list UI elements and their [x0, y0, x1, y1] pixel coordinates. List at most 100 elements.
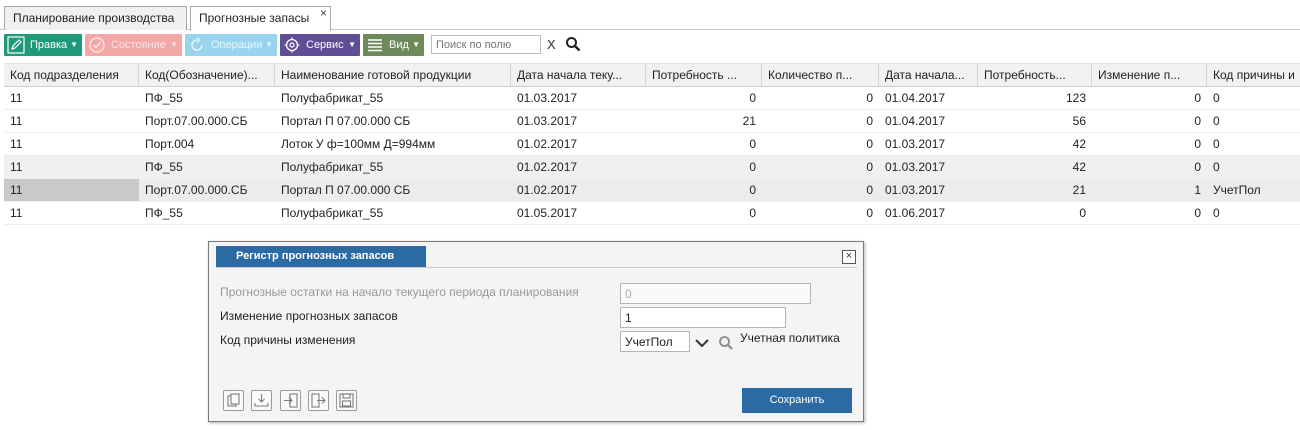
- column-header[interactable]: Код подразделения: [4, 64, 139, 87]
- table-cell: 0: [1194, 114, 1201, 128]
- table-row-selected[interactable]: 11 Порт.07.00.000.СБ Портал П 07.00.000 …: [4, 179, 1300, 202]
- table-cell: 0: [1213, 206, 1220, 220]
- table-cell: 0: [1194, 206, 1201, 220]
- import-button[interactable]: [251, 390, 272, 411]
- table-cell: 01.04.2017: [885, 114, 946, 128]
- service-button[interactable]: Сервис ▼: [280, 34, 360, 56]
- table-cell: 01.03.2017: [885, 160, 946, 174]
- login-button[interactable]: [280, 390, 301, 411]
- reason-description: Учетная политика: [740, 331, 840, 345]
- opening-balance-label: Прогнозные остатки на начало текущего пе…: [220, 285, 579, 299]
- edit-button[interactable]: Правка ▼: [4, 34, 82, 56]
- table-cell: 0: [1194, 160, 1201, 174]
- stock-change-field[interactable]: [620, 307, 786, 328]
- divider: [216, 267, 857, 268]
- chevron-down-icon: ▼: [348, 40, 356, 49]
- change-reason-select[interactable]: [620, 331, 690, 352]
- table-cell: 0: [866, 206, 873, 220]
- copy-button[interactable]: [223, 390, 244, 411]
- state-button[interactable]: Состояние ▼: [85, 34, 182, 56]
- table-cell: 0: [866, 183, 873, 197]
- table-cell: 0: [749, 137, 756, 151]
- table-cell: 01.02.2017: [517, 160, 578, 174]
- table-cell: 0: [1213, 160, 1220, 174]
- table-cell: Полуфабрикат_55: [281, 160, 384, 174]
- tab-forecast-stocks[interactable]: Прогнозные запасы ×: [190, 6, 331, 31]
- chevron-down-icon: ▼: [70, 40, 78, 49]
- table-cell: Лоток У ф=100мм Д=994мм: [281, 137, 436, 151]
- table-cell: 01.03.2017: [517, 91, 578, 105]
- search-icon[interactable]: [565, 36, 581, 52]
- table-cell: ПФ_55: [145, 160, 183, 174]
- table-cell: 01.03.2017: [517, 114, 578, 128]
- table-cell: 0: [749, 206, 756, 220]
- column-header[interactable]: Код(Обозначение)...: [139, 64, 275, 87]
- search-icon[interactable]: [718, 335, 734, 351]
- floppy-disk-icon: [339, 393, 354, 408]
- table-cell: 0: [749, 160, 756, 174]
- opening-balance-field: [620, 283, 811, 304]
- table-cell: 0: [1079, 206, 1086, 220]
- column-header[interactable]: Дата начала теку...: [511, 64, 646, 87]
- column-header[interactable]: Потребность...: [978, 64, 1092, 87]
- edit-label: Правка: [30, 39, 68, 51]
- operations-label: Операции: [211, 39, 263, 51]
- save-to-disk-button[interactable]: [336, 390, 357, 411]
- save-button[interactable]: Сохранить: [742, 388, 852, 413]
- table-cell: 01.03.2017: [885, 183, 946, 197]
- table-cell: 21: [742, 114, 756, 128]
- operations-button[interactable]: Операции ▼: [185, 34, 277, 56]
- table-row[interactable]: 11 ПФ_55 Полуфабрикат_55 01.02.2017 0 0 …: [4, 156, 1300, 179]
- table-row[interactable]: 11 Порт.07.00.000.СБ Портал П 07.00.000 …: [4, 110, 1300, 133]
- table-cell: 01.04.2017: [885, 91, 946, 105]
- table-cell: 01.02.2017: [517, 137, 578, 151]
- close-icon[interactable]: ×: [842, 250, 856, 264]
- tab-bar: Планирование производства Прогнозные зап…: [0, 0, 1300, 31]
- table-cell: 56: [1072, 114, 1086, 128]
- column-header[interactable]: Потребность ...: [646, 64, 762, 87]
- table-row[interactable]: 11 ПФ_55 Полуфабрикат_55 01.03.2017 0 0 …: [4, 87, 1300, 110]
- toolbar: Правка ▼ Состояние ▼ Операции ▼ Сервис ▼…: [0, 32, 1300, 58]
- table-cell: 11: [10, 206, 23, 220]
- table-cell: 01.02.2017: [517, 183, 578, 197]
- exit-icon: [311, 393, 326, 408]
- table-header: Код подразделения Код(Обозначение)... На…: [4, 63, 1300, 87]
- enter-icon: [284, 393, 298, 408]
- table-cell: 0: [1213, 137, 1220, 151]
- tab-close-icon[interactable]: ×: [320, 2, 327, 24]
- table-cell: 11: [10, 160, 23, 174]
- view-button[interactable]: Вид ▼: [363, 34, 424, 56]
- view-label: Вид: [389, 39, 409, 51]
- column-header[interactable]: Количество п...: [762, 64, 879, 87]
- tab-label: Прогнозные запасы: [199, 11, 310, 25]
- table-cell: 01.03.2017: [885, 137, 946, 151]
- table-cell: 21: [1072, 183, 1086, 197]
- table-cell: ПФ_55: [145, 91, 183, 105]
- column-header[interactable]: Код причины и: [1207, 64, 1300, 87]
- tab-production-planning[interactable]: Планирование производства: [4, 6, 187, 30]
- chevron-down-icon: ▼: [170, 40, 178, 49]
- table-cell: 1: [1194, 183, 1201, 197]
- pencil-icon: [7, 36, 25, 54]
- table-cell: 123: [1065, 91, 1086, 105]
- table-cell: Порт.07.00.000.СБ: [145, 183, 248, 197]
- table-cell: Порт.07.00.000.СБ: [145, 114, 248, 128]
- table-cell: 0: [866, 160, 873, 174]
- table-cell-active[interactable]: 11: [4, 179, 139, 201]
- chevron-down-icon[interactable]: [693, 336, 711, 350]
- search-input[interactable]: [431, 35, 541, 54]
- table-cell: Портал П 07.00.000 СБ: [281, 183, 411, 197]
- column-header[interactable]: Изменение п...: [1092, 64, 1207, 87]
- column-header[interactable]: Дата начала...: [879, 64, 978, 87]
- table-cell: 11: [10, 137, 23, 151]
- clear-search-button[interactable]: X: [547, 37, 556, 52]
- column-header[interactable]: Наименование готовой продукции: [275, 64, 511, 87]
- list-view-icon: [368, 39, 382, 52]
- table-cell: 01.05.2017: [517, 206, 578, 220]
- table-cell: 11: [10, 114, 23, 128]
- table-row[interactable]: 11 ПФ_55 Полуфабрикат_55 01.05.2017 0 0 …: [4, 202, 1300, 225]
- table-row[interactable]: 11 Порт.004 Лоток У ф=100мм Д=994мм 01.0…: [4, 133, 1300, 156]
- table-cell: 0: [749, 183, 756, 197]
- table-cell: УчетПол: [1213, 183, 1261, 197]
- export-button[interactable]: [308, 390, 329, 411]
